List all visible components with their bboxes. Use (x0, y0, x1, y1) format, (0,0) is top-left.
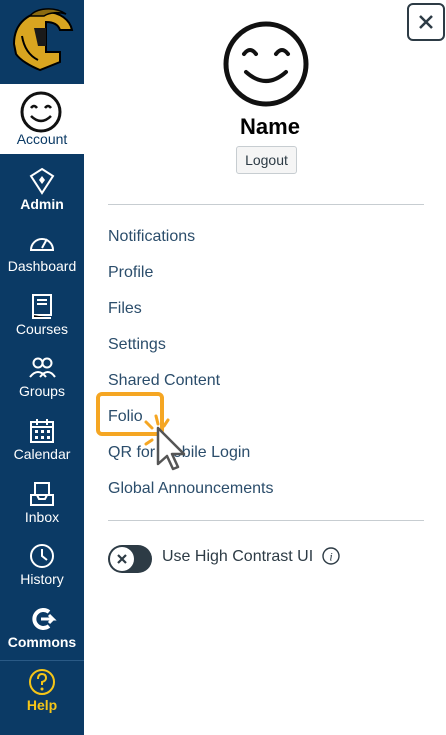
calendar-icon (30, 419, 54, 443)
commons-icon (32, 608, 57, 630)
book-icon (32, 294, 52, 319)
nav-courses[interactable]: Courses (0, 285, 84, 347)
link-profile[interactable]: Profile (108, 264, 153, 282)
school-logo[interactable] (0, 0, 84, 84)
global-navigation: Account Admin Dashboard Courses Groups C… (0, 0, 84, 735)
nav-help[interactable]: Help (0, 660, 84, 735)
nav-calendar-label: Calendar (13, 446, 71, 462)
nav-history-label: History (20, 571, 64, 587)
link-files[interactable]: Files (108, 300, 142, 318)
smiley-icon (20, 91, 62, 133)
divider (108, 520, 424, 521)
user-avatar[interactable] (220, 18, 312, 110)
shield-icon (29, 167, 55, 195)
high-contrast-toggle[interactable] (108, 545, 152, 573)
nav-admin[interactable]: Admin (0, 160, 84, 222)
nav-inbox[interactable]: Inbox (0, 473, 84, 535)
nav-commons[interactable]: Commons (0, 598, 84, 660)
nav-inbox-label: Inbox (24, 509, 60, 525)
people-icon (29, 357, 56, 378)
spartan-helmet-icon (12, 8, 74, 72)
nav-calendar[interactable]: Calendar (0, 410, 84, 472)
nav-dashboard-label: Dashboard (7, 258, 77, 274)
close-tray-button[interactable] (407, 3, 445, 41)
divider (108, 204, 424, 205)
nav-groups-label: Groups (19, 383, 65, 399)
user-name: Name (240, 114, 300, 139)
x-icon (117, 554, 127, 564)
nav-admin-label: Admin (20, 196, 64, 212)
nav-history[interactable]: History (0, 535, 84, 597)
speedometer-icon (29, 238, 55, 251)
nav-account-label: Account (16, 131, 68, 147)
link-settings[interactable]: Settings (108, 336, 166, 354)
nav-help-label: Help (26, 697, 58, 713)
nav-account[interactable]: Account (0, 84, 84, 154)
nav-dashboard[interactable]: Dashboard (0, 222, 84, 284)
nav-groups[interactable]: Groups (0, 347, 84, 409)
close-icon (419, 15, 433, 29)
link-shared-content[interactable]: Shared Content (108, 372, 220, 390)
nav-courses-label: Courses (15, 321, 69, 337)
logout-button[interactable]: Logout (236, 146, 297, 174)
nav-commons-label: Commons (7, 634, 77, 650)
help-icon (29, 669, 55, 695)
clock-icon (30, 544, 54, 568)
high-contrast-label: Use High Contrast UI (162, 548, 314, 565)
inbox-icon (30, 482, 54, 506)
toggle-knob (110, 547, 134, 571)
link-global-announcements[interactable]: Global Announcements (108, 480, 273, 498)
account-tray (84, 0, 446, 735)
link-notifications[interactable]: Notifications (108, 228, 195, 246)
svg-text:i: i (329, 550, 332, 564)
info-icon[interactable]: i (322, 547, 340, 565)
click-cursor-icon (140, 414, 186, 471)
